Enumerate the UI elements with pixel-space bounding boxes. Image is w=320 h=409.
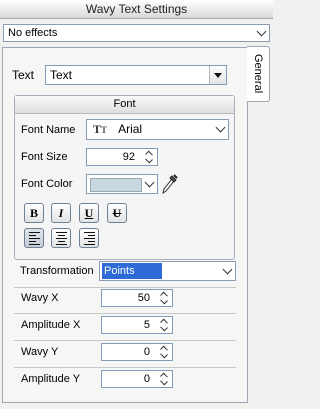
wavy-y-label: Wavy Y xyxy=(21,346,59,358)
font-color-swatch xyxy=(90,178,142,192)
chevron-down-icon[interactable] xyxy=(141,175,157,193)
wavy-x-label: Wavy X xyxy=(21,292,59,304)
strikeout-button[interactable]: U xyxy=(107,203,127,223)
text-input-value: Text xyxy=(50,68,73,82)
wavy-y-value: 0 xyxy=(143,346,150,358)
font-size-value: 92 xyxy=(122,151,135,163)
align-center-icon xyxy=(55,231,67,245)
font-name-value: Arial xyxy=(118,122,143,136)
amplitude-x-label: Amplitude X xyxy=(21,319,81,331)
text-input[interactable]: Text xyxy=(45,65,227,85)
wavy-x-value: 50 xyxy=(137,292,150,304)
transformation-value: Points xyxy=(102,263,162,279)
align-right-icon xyxy=(83,231,95,245)
spin-down-icon[interactable] xyxy=(160,377,168,386)
font-size-stepper[interactable]: 92 xyxy=(86,148,158,166)
align-center-button[interactable] xyxy=(51,228,71,248)
divider xyxy=(14,367,236,368)
align-left-icon xyxy=(28,231,40,245)
bold-button[interactable]: B xyxy=(24,203,44,223)
eyedropper-icon[interactable] xyxy=(161,173,179,195)
effects-dropdown[interactable]: No effects xyxy=(3,24,270,42)
spin-down-icon[interactable] xyxy=(145,155,153,164)
chevron-down-icon[interactable] xyxy=(219,262,235,280)
amplitude-y-value: 0 xyxy=(143,373,150,385)
tab-general[interactable]: General xyxy=(247,46,270,102)
font-color-picker[interactable] xyxy=(86,174,158,194)
transformation-label: Transformation xyxy=(20,265,94,277)
align-right-button[interactable] xyxy=(79,228,99,248)
spin-down-icon[interactable] xyxy=(160,296,168,305)
amplitude-y-stepper[interactable]: 0 xyxy=(101,370,173,388)
wavy-x-stepper[interactable]: 50 xyxy=(101,289,173,307)
text-label: Text xyxy=(12,68,35,82)
dropdown-arrow-icon[interactable] xyxy=(209,66,226,84)
underline-button[interactable]: U xyxy=(79,203,99,223)
wavy-y-stepper[interactable]: 0 xyxy=(101,343,173,361)
amplitude-x-stepper[interactable]: 5 xyxy=(101,316,173,334)
transformation-dropdown[interactable]: Points xyxy=(99,261,236,281)
font-size-label: Font Size xyxy=(21,151,68,163)
amplitude-y-label: Amplitude Y xyxy=(21,373,81,385)
spin-down-icon[interactable] xyxy=(160,350,168,359)
chevron-down-icon[interactable] xyxy=(253,25,269,41)
divider xyxy=(14,340,236,341)
font-name-label: Font Name xyxy=(21,124,76,136)
font-name-dropdown[interactable]: TT Arial xyxy=(86,119,229,140)
font-group-title: Font xyxy=(15,96,234,114)
amplitude-x-value: 5 xyxy=(143,319,150,331)
font-color-label: Font Color xyxy=(21,178,73,190)
italic-button[interactable]: I xyxy=(51,203,71,223)
chevron-down-icon[interactable] xyxy=(212,120,228,139)
divider xyxy=(14,287,236,288)
window-title: Wavy Text Settings xyxy=(0,0,273,19)
divider xyxy=(14,313,236,314)
tab-general-label: General xyxy=(252,54,264,94)
align-left-button[interactable] xyxy=(24,228,44,248)
spin-down-icon[interactable] xyxy=(160,323,168,332)
truetype-icon: TT xyxy=(93,122,108,136)
effects-dropdown-value: No effects xyxy=(8,27,58,39)
